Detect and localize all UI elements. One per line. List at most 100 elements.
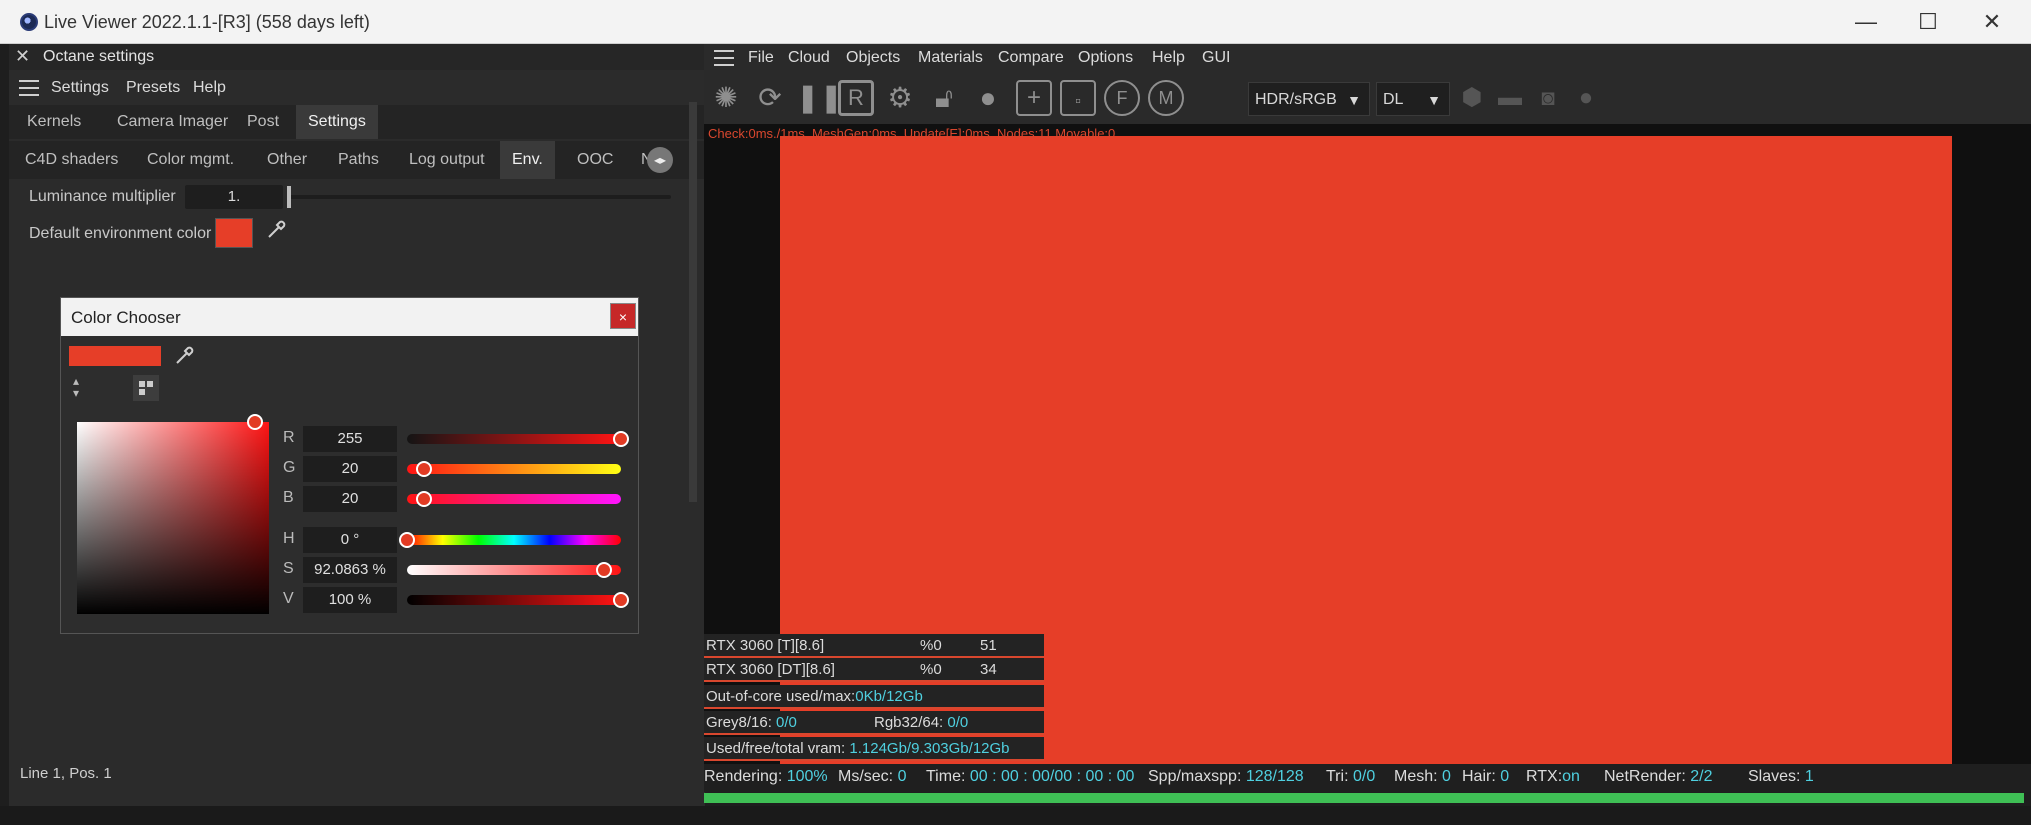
channel-g-handle[interactable] (416, 461, 433, 477)
maximize-icon[interactable]: ☐ (1898, 6, 1958, 38)
environment-color-swatch[interactable] (215, 218, 253, 248)
settings-gear-icon[interactable]: ⚙ (882, 80, 918, 116)
viewer-menu-file[interactable]: File (748, 49, 774, 67)
lock-icon[interactable]: 🔓︎ (926, 80, 962, 116)
add-region-icon[interactable]: + (1016, 80, 1052, 116)
tab-env[interactable]: Env. (500, 141, 555, 179)
camera-icon[interactable]: ◙ (1530, 80, 1566, 116)
viewer-menu-objects[interactable]: Objects (846, 49, 900, 67)
tab-paths[interactable]: Paths (326, 141, 391, 179)
viewer-hamburger-icon[interactable] (714, 50, 734, 66)
tab-other[interactable]: Other (255, 141, 319, 179)
send-scene-icon[interactable]: ✺ (708, 80, 744, 116)
panel-title: Octane settings (43, 48, 155, 65)
menu-help[interactable]: Help (193, 79, 226, 97)
window-title: Live Viewer 2022.1.1-[R3] (558 days left… (44, 12, 370, 32)
pause-render-icon[interactable]: ❚❚ (796, 80, 843, 116)
luminance-multiplier-label: Luminance multiplier (29, 188, 176, 205)
hexagon-icon[interactable]: ⬢ (1454, 80, 1490, 116)
channel-r-label: R (283, 429, 295, 446)
tab-post[interactable]: Post (235, 105, 291, 139)
color-chooser-close-button[interactable]: × (610, 303, 636, 329)
chevron-down-icon: ▼ (1427, 92, 1441, 108)
octane-settings-header: ✕ Octane settings (9, 44, 705, 70)
saturation-value-picker[interactable] (77, 422, 269, 614)
hamburger-menu-icon[interactable] (19, 80, 39, 96)
bottom-strip (0, 806, 2031, 825)
gpu-percent: %0 (920, 637, 942, 654)
channel-v-input[interactable]: 100 % (303, 587, 397, 613)
netrender-status: NetRender: 2/2 (1604, 768, 1713, 785)
channel-s-slider[interactable] (407, 565, 621, 575)
display-mode-select[interactable]: HDR/sRGB ▼ (1248, 82, 1370, 116)
channel-h-input[interactable]: 0 ° (303, 527, 397, 553)
clay-mode-icon[interactable]: ▫ (1060, 80, 1096, 116)
gpu-row: RTX 3060 [T][8.6] %0 51 (704, 634, 1044, 658)
region-render-icon[interactable]: R (838, 80, 874, 116)
menu-presets[interactable]: Presets (126, 79, 180, 97)
channel-s-input[interactable]: 92.0863 % (303, 557, 397, 583)
tab-log-output[interactable]: Log output (397, 141, 497, 179)
gpu-name: RTX 3060 [DT][8.6] (706, 661, 835, 678)
channel-h-handle[interactable] (399, 532, 415, 548)
viewer-menu-materials[interactable]: Materials (918, 49, 983, 67)
channel-h-slider[interactable] (407, 535, 621, 545)
tab-color-mgmt[interactable]: Color mgmt. (135, 141, 246, 179)
menu-settings[interactable]: Settings (51, 79, 109, 97)
settings-subtabs: C4D shaders Color mgmt. Other Paths Log … (9, 141, 705, 179)
channel-b-slider[interactable] (407, 494, 621, 504)
focus-picker-icon[interactable]: F (1104, 80, 1140, 116)
viewer-menu-help[interactable]: Help (1152, 49, 1185, 67)
tab-scroll-arrows-icon[interactable]: ◂▸ (647, 147, 673, 173)
luminance-multiplier-input[interactable]: 1. (185, 185, 283, 209)
main-tabs: Kernels Camera Imager Post Settings (9, 105, 705, 139)
panel-scrollbar[interactable] (689, 102, 697, 502)
restart-render-icon[interactable]: ⟳ (752, 80, 788, 116)
tab-kernels[interactable]: Kernels (15, 105, 93, 139)
channel-b-label: B (283, 489, 294, 506)
viewer-menu-cloud[interactable]: Cloud (788, 49, 830, 67)
channel-v-slider[interactable] (407, 595, 621, 605)
channel-g-input[interactable]: 20 (303, 456, 397, 482)
viewer-menu-bar: File Cloud Objects Materials Compare Opt… (704, 44, 2031, 72)
channel-s-handle[interactable] (595, 562, 612, 578)
default-environment-color-label: Default environment color (29, 225, 212, 242)
tab-ooc[interactable]: OOC (565, 141, 625, 179)
luminance-slider-handle[interactable] (287, 186, 291, 208)
render-progress-fill (704, 793, 2024, 803)
eyedropper-icon[interactable] (265, 217, 289, 241)
channel-s-label: S (283, 560, 294, 577)
channel-b-handle[interactable] (416, 491, 433, 507)
kernel-mode-select[interactable]: DL ▼ (1376, 82, 1450, 116)
channel-g-slider[interactable] (407, 464, 621, 474)
channel-b-input[interactable]: 20 (303, 486, 397, 512)
ooc-label: Out-of-core used/max:0Kb/12Gb (706, 688, 923, 705)
color-chooser-dialog: Color Chooser × ▴ ▾ R 255 G 20 B 20 H 0 °… (60, 297, 639, 634)
viewer-menu-compare[interactable]: Compare (998, 49, 1064, 67)
sv-picker-handle[interactable] (247, 414, 263, 430)
palette-grid-icon[interactable] (133, 375, 159, 401)
eyedropper-icon[interactable] (173, 343, 197, 367)
close-window-icon[interactable]: ✕ (1962, 6, 2022, 38)
channel-r-input[interactable]: 255 (303, 426, 397, 452)
render-debug-overlay: Check:0ms./1ms. MeshGen:0ms. Update[E]:0… (708, 126, 1116, 141)
expand-collapse-icon[interactable]: ▴ ▾ (73, 375, 87, 401)
material-ball-icon[interactable]: ● (970, 80, 1006, 116)
channel-v-handle[interactable] (613, 592, 629, 608)
spp-status: Spp/maxspp: 128/128 (1148, 768, 1304, 785)
render-status-bar: Rendering: 100% Ms/sec: 0 Time: 00 : 00 … (704, 764, 2031, 792)
viewer-menu-options[interactable]: Options (1078, 49, 1133, 67)
channel-h-label: H (283, 530, 295, 547)
tab-settings[interactable]: Settings (296, 105, 378, 139)
film-region-icon[interactable]: ▬ (1492, 80, 1528, 116)
close-panel-icon[interactable]: ✕ (15, 46, 30, 67)
viewer-menu-gui[interactable]: GUI (1202, 49, 1230, 67)
luminance-slider[interactable] (287, 195, 671, 199)
sphere-icon[interactable]: ● (1568, 80, 1604, 116)
channel-r-handle[interactable] (613, 431, 629, 447)
material-picker-icon[interactable]: M (1148, 80, 1184, 116)
tab-c4d-shaders[interactable]: C4D shaders (13, 141, 130, 179)
minimize-icon[interactable]: — (1836, 6, 1896, 38)
channel-r-slider[interactable] (407, 434, 621, 444)
tab-camera-imager[interactable]: Camera Imager (105, 105, 240, 139)
